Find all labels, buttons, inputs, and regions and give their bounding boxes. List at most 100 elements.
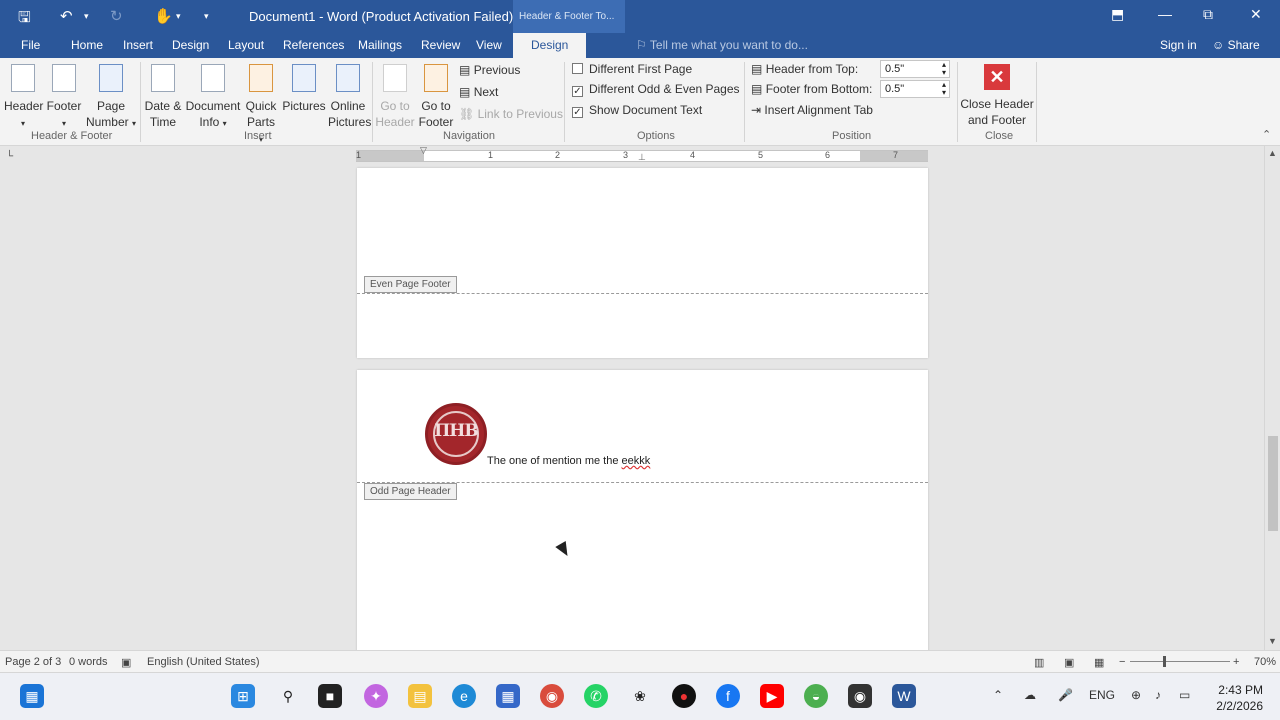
page-1[interactable]: Even Page Footer [357,168,928,358]
document-info-icon [201,64,225,92]
tab-review[interactable]: Review [421,38,460,52]
pictures-button[interactable]: Pictures [282,64,326,114]
touch-mode-icon[interactable]: ✋ [154,7,173,25]
zoom-slider-thumb[interactable] [1163,656,1166,667]
indent-marker-icon[interactable]: ▽ [420,145,427,156]
battery-icon[interactable]: ▭ [1179,688,1190,702]
customize-qat-icon[interactable]: ▾ [204,11,209,22]
next-button[interactable]: ▤ Next [459,83,498,101]
footer-button[interactable]: Footer ▾ [46,64,82,132]
scroll-up-icon[interactable]: ▲ [1268,148,1277,158]
restore-button[interactable]: ⧉ [1203,6,1213,23]
proofing-icon[interactable]: ▣ [121,656,131,669]
university-seal-logo[interactable]: ΠΗΒ [425,403,487,465]
store-icon[interactable]: ▦ [496,684,520,708]
show-document-text-checkbox[interactable]: ✓ Show Document Text [572,101,702,119]
insert-alignment-tab-button[interactable]: ⇥ Insert Alignment Tab [751,101,873,119]
tab-mailings[interactable]: Mailings [358,38,402,52]
document-canvas[interactable]: Even Page Footer ΠΗΒ The one of mention … [0,166,1264,650]
tab-design[interactable]: Design [172,38,209,52]
task-view-icon[interactable]: ■ [318,684,342,708]
footer-from-bottom-value: 0.5" [885,83,905,95]
different-first-page-checkbox[interactable]: Different First Page [572,60,692,78]
page-number-button[interactable]: Page Number ▾ [84,64,138,132]
file-explorer-icon[interactable]: ▤ [408,684,432,708]
go-to-footer-button[interactable]: Go to Footer [417,64,455,130]
search-icon[interactable]: ⚲ [276,684,300,708]
facebook-icon[interactable]: f [716,684,740,708]
link-icon: ⛓ [459,107,475,121]
left-margin [356,151,424,161]
whatsapp-icon[interactable]: ✆ [584,684,608,708]
show-hidden-icons-icon[interactable]: ⌃ [993,688,1003,702]
header-text[interactable]: The one of mention me the eekkk [487,455,650,467]
microphone-icon[interactable]: 🎤 [1058,688,1073,702]
save-icon[interactable]: 🖫 [18,7,31,32]
green-app-icon[interactable]: ◒ [804,684,828,708]
web-layout-icon[interactable]: ▦ [1094,656,1104,669]
checkbox-unchecked [572,63,583,74]
horizontal-ruler[interactable]: 1 1 2 3 4 5 6 7 ▽ ⊥ [356,145,928,163]
scroll-thumb[interactable] [1268,436,1278,531]
close-header-footer-button[interactable]: ✕ Close Header and Footer [960,64,1034,128]
clock[interactable]: 2:43 PM 2/2/2026 [1205,682,1263,714]
edge-icon[interactable]: e [452,684,476,708]
camera-app-icon[interactable]: ◉ [848,684,872,708]
tab-references[interactable]: References [283,38,344,52]
volume-icon[interactable]: ♪ [1155,688,1161,702]
tab-selector-icon[interactable]: └ [6,151,16,162]
read-mode-icon[interactable]: ▥ [1034,656,1044,669]
undo-dropdown-icon[interactable]: ▾ [84,11,89,22]
zoom-level[interactable]: 70% [1254,656,1276,668]
tab-insert[interactable]: Insert [123,38,153,52]
page-2[interactable]: ΠΗΒ The one of mention me the eekkk Odd … [357,370,928,650]
word-icon[interactable]: W [892,684,916,708]
footer-from-bottom-input[interactable]: 0.5" ▴ ▾ [880,80,950,98]
different-odd-even-checkbox[interactable]: ✓ Different Odd & Even Pages [572,80,740,98]
tab-home[interactable]: Home [71,38,103,52]
zoom-in-button[interactable]: + [1233,656,1239,668]
page-count[interactable]: Page 2 of 3 [5,656,61,668]
online-pictures-button[interactable]: Online Pictures [328,64,371,130]
widgets-icon[interactable]: ▦ [20,684,44,708]
network-icon[interactable]: ⊕ [1131,688,1141,702]
collapse-ribbon-icon[interactable]: ⌃ [1262,128,1271,141]
record-icon[interactable]: ● [672,684,696,708]
zoom-out-button[interactable]: − [1119,656,1125,668]
tell-me-search[interactable]: ⚐ Tell me what you want to do... [636,38,808,52]
input-language[interactable]: ENG [1089,688,1115,702]
copilot-icon[interactable]: ✦ [364,684,388,708]
date-time-button[interactable]: Date & Time [143,64,183,130]
header-button[interactable]: Header ▾ [4,64,43,132]
touch-dropdown-icon[interactable]: ▾ [176,11,181,22]
chrome-icon[interactable]: ◉ [540,684,564,708]
youtube-icon[interactable]: ▶ [760,684,784,708]
tab-view[interactable]: View [476,38,502,52]
chatgpt-icon[interactable]: ❀ [628,684,652,708]
share-button[interactable]: ☺ Share [1212,38,1260,52]
word-count[interactable]: 0 words [69,656,108,668]
tab-layout[interactable]: Layout [228,38,264,52]
chevron-down-icon: ▾ [20,119,25,128]
tab-header-footer-design[interactable]: Design [513,33,587,58]
spinner-arrows-icon[interactable]: ▴ ▾ [942,81,946,97]
ribbon-display-options-icon[interactable]: ⬒ [1111,6,1124,23]
center-tab-marker-icon[interactable]: ⊥ [638,152,646,163]
undo-icon[interactable]: ↶ [60,7,73,25]
tab-file[interactable]: File [21,38,40,52]
minimize-button[interactable]: — [1158,6,1172,22]
onedrive-offline-icon[interactable]: ☁ [1024,688,1036,702]
close-window-button[interactable]: ✕ [1250,6,1262,23]
spinner-arrows-icon[interactable]: ▴ ▾ [942,61,946,77]
windows-start-icon[interactable]: ⊞ [231,684,255,708]
print-layout-icon[interactable]: ▣ [1064,656,1074,669]
header-from-top-input[interactable]: 0.5" ▴ ▾ [880,60,950,78]
scroll-down-icon[interactable]: ▼ [1268,636,1277,646]
zoom-slider[interactable] [1130,661,1230,662]
language-indicator[interactable]: English (United States) [147,656,260,668]
document-info-button[interactable]: Document Info ▾ [185,64,241,132]
previous-button[interactable]: ▤ Previous [459,61,520,79]
vertical-scrollbar[interactable]: ▲ ▼ [1264,146,1280,650]
go-to-label: Go to [380,99,410,113]
sign-in-link[interactable]: Sign in [1160,38,1197,52]
